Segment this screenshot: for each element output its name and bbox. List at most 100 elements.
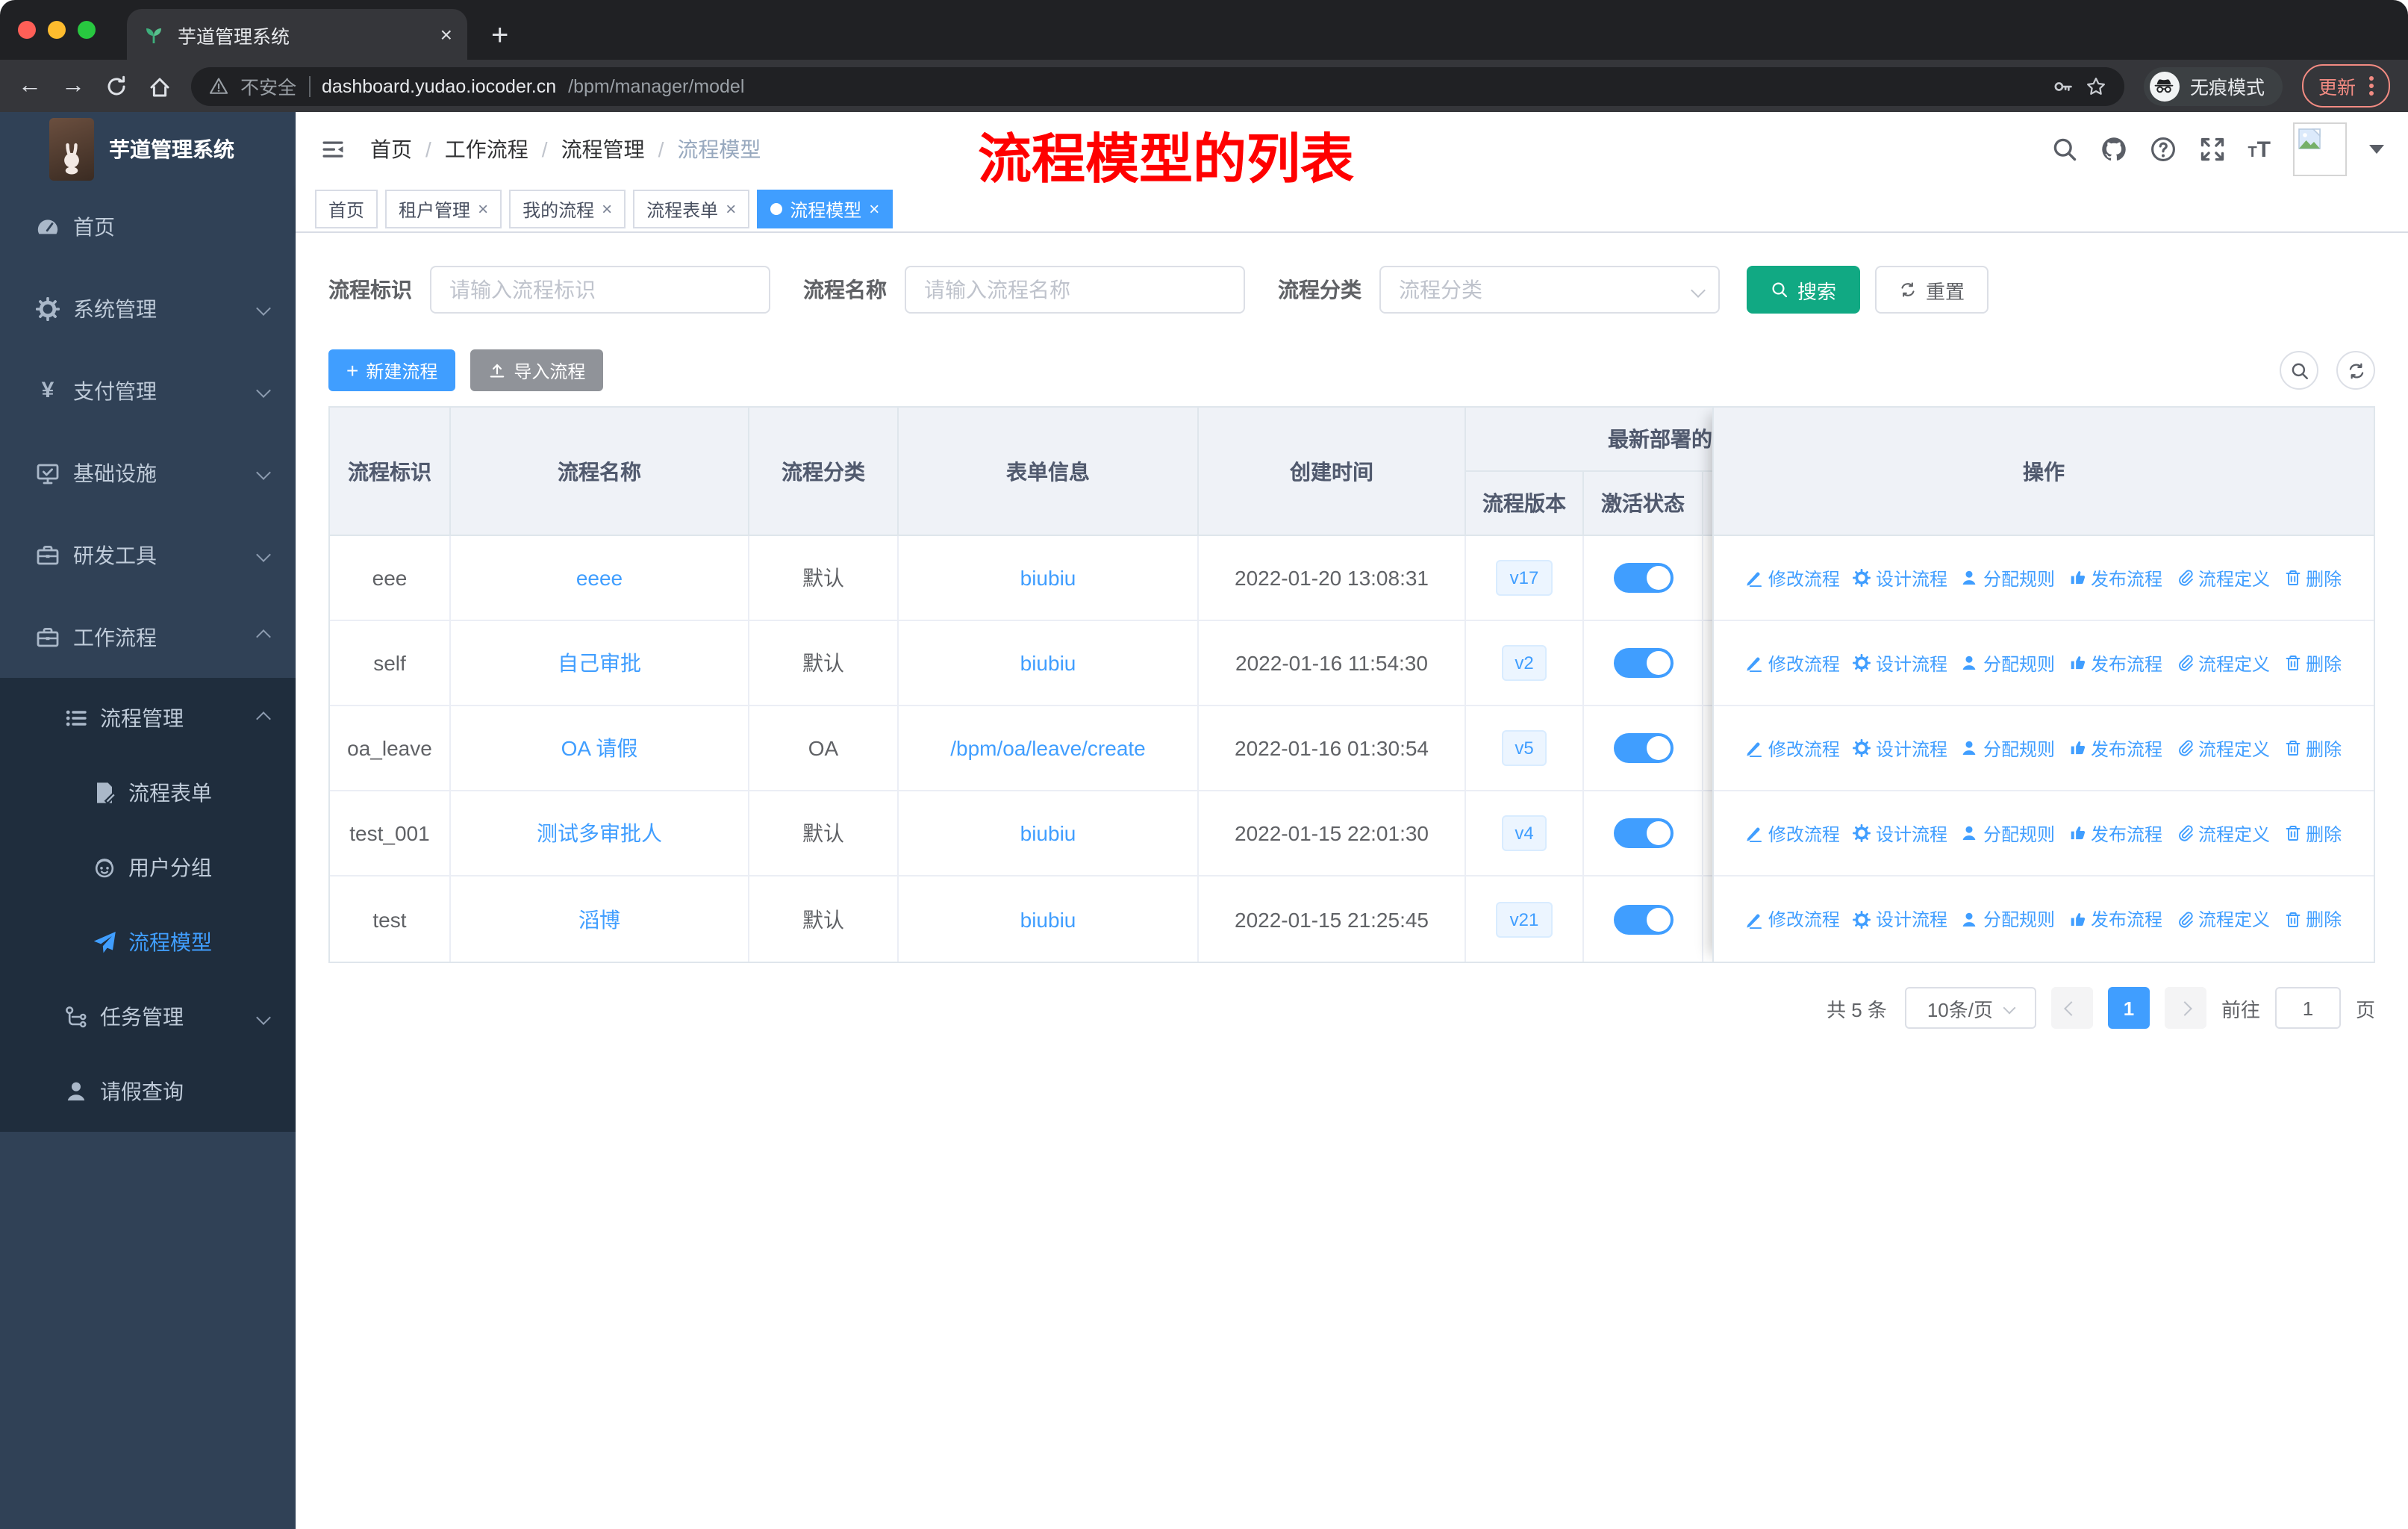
sidebar-item-workflow[interactable]: 工作流程: [0, 596, 296, 678]
delete-link[interactable]: 删除: [2283, 906, 2342, 932]
sidebar-item-process-form[interactable]: 流程表单: [0, 756, 296, 830]
process-name-link[interactable]: OA 请假: [561, 733, 638, 763]
process-definition-link[interactable]: 流程定义: [2176, 735, 2270, 761]
form-info-link[interactable]: biubiu: [1020, 566, 1076, 590]
tag-process-model[interactable]: 流程模型 ×: [757, 190, 893, 228]
reset-button[interactable]: 重置: [1875, 266, 1989, 314]
home-icon[interactable]: [148, 74, 172, 98]
design-process-link[interactable]: 设计流程: [1853, 906, 1947, 932]
reload-icon[interactable]: [105, 74, 128, 98]
tab-close-icon[interactable]: ×: [440, 24, 452, 45]
edit-process-link[interactable]: 修改流程: [1746, 820, 1840, 846]
help-icon[interactable]: [2149, 136, 2176, 163]
delete-link[interactable]: 删除: [2283, 565, 2342, 591]
bookmark-star-icon[interactable]: [2086, 75, 2106, 96]
font-size-icon[interactable]: TT: [2248, 138, 2271, 161]
avatar[interactable]: [2293, 122, 2347, 176]
publish-process-link[interactable]: 发布流程: [2068, 650, 2162, 676]
page-size-select[interactable]: 10条/页: [1904, 987, 2036, 1029]
process-definition-link[interactable]: 流程定义: [2176, 650, 2270, 676]
assign-rule-link[interactable]: 分配规则: [1961, 735, 2055, 761]
edit-process-link[interactable]: 修改流程: [1746, 735, 1840, 761]
assign-rule-link[interactable]: 分配规则: [1961, 906, 2055, 932]
tag-tenant[interactable]: 租户管理 ×: [385, 190, 502, 228]
github-icon[interactable]: [2100, 136, 2127, 163]
process-id-input[interactable]: [430, 266, 770, 314]
process-definition-link[interactable]: 流程定义: [2176, 820, 2270, 846]
address-bar[interactable]: 不安全 dashboard.yudao.iocoder.cn/bpm/manag…: [191, 66, 2124, 105]
status-toggle[interactable]: [1613, 733, 1673, 763]
process-name-input[interactable]: [905, 266, 1245, 314]
sidebar-item-payment[interactable]: ¥ 支付管理: [0, 349, 296, 432]
process-name-link[interactable]: 自己审批: [558, 648, 641, 678]
sidebar-item-infrastructure[interactable]: 基础设施: [0, 432, 296, 514]
prev-page-button[interactable]: [2050, 987, 2093, 1029]
close-icon[interactable]: ×: [869, 199, 879, 219]
sidebar-item-process-management[interactable]: 流程管理: [0, 681, 296, 756]
search-button[interactable]: 搜索: [1747, 266, 1861, 314]
publish-process-link[interactable]: 发布流程: [2068, 565, 2162, 591]
new-tab-button[interactable]: +: [491, 21, 508, 51]
sidebar-item-home[interactable]: 首页: [0, 185, 296, 267]
browser-menu-icon[interactable]: [2369, 76, 2374, 96]
sidebar-item-system[interactable]: 系统管理: [0, 267, 296, 349]
create-process-button[interactable]: + 新建流程: [328, 349, 456, 391]
edit-process-link[interactable]: 修改流程: [1746, 565, 1840, 591]
status-toggle[interactable]: [1613, 648, 1673, 678]
sidebar-item-task-management[interactable]: 任务管理: [0, 980, 296, 1054]
close-icon[interactable]: ×: [478, 199, 488, 219]
close-icon[interactable]: ×: [602, 199, 612, 219]
sidebar-item-user-group[interactable]: 用户分组: [0, 830, 296, 905]
edit-process-link[interactable]: 修改流程: [1746, 906, 1840, 932]
sidebar-item-leave-query[interactable]: 请假查询: [0, 1054, 296, 1129]
process-definition-link[interactable]: 流程定义: [2176, 565, 2270, 591]
show-search-button[interactable]: [2280, 351, 2318, 390]
delete-link[interactable]: 删除: [2283, 820, 2342, 846]
sidebar-item-dev-tools[interactable]: 研发工具: [0, 514, 296, 596]
process-name-link[interactable]: 测试多审批人: [537, 818, 662, 848]
caret-down-icon[interactable]: [2369, 145, 2384, 154]
process-category-select[interactable]: 流程分类: [1379, 266, 1720, 314]
form-info-link[interactable]: biubiu: [1020, 651, 1076, 675]
assign-rule-link[interactable]: 分配规则: [1961, 650, 2055, 676]
status-toggle[interactable]: [1613, 563, 1673, 593]
publish-process-link[interactable]: 发布流程: [2068, 735, 2162, 761]
process-name-link[interactable]: 滔博: [578, 904, 620, 934]
breadcrumb-process-management[interactable]: 流程管理: [561, 134, 645, 164]
hamburger-icon[interactable]: [319, 136, 346, 163]
publish-process-link[interactable]: 发布流程: [2068, 820, 2162, 846]
publish-process-link[interactable]: 发布流程: [2068, 906, 2162, 932]
fullscreen-icon[interactable]: [2198, 136, 2225, 163]
form-info-link[interactable]: /bpm/oa/leave/create: [950, 736, 1146, 760]
goto-page-input[interactable]: [2274, 987, 2341, 1029]
app-logo[interactable]: 芋道管理系统: [0, 112, 296, 185]
edit-process-link[interactable]: 修改流程: [1746, 650, 1840, 676]
assign-rule-link[interactable]: 分配规则: [1961, 820, 2055, 846]
refresh-table-button[interactable]: [2336, 351, 2375, 390]
assign-rule-link[interactable]: 分配规则: [1961, 565, 2055, 591]
breadcrumb-workflow[interactable]: 工作流程: [445, 134, 528, 164]
back-icon[interactable]: ←: [18, 73, 42, 98]
design-process-link[interactable]: 设计流程: [1853, 820, 1947, 846]
design-process-link[interactable]: 设计流程: [1853, 565, 1947, 591]
search-icon[interactable]: [2050, 136, 2077, 163]
tag-my-process[interactable]: 我的流程 ×: [509, 190, 626, 228]
import-process-button[interactable]: 导入流程: [470, 349, 604, 391]
process-definition-link[interactable]: 流程定义: [2176, 906, 2270, 932]
status-toggle[interactable]: [1613, 818, 1673, 848]
design-process-link[interactable]: 设计流程: [1853, 735, 1947, 761]
status-toggle[interactable]: [1613, 904, 1673, 934]
delete-link[interactable]: 删除: [2283, 650, 2342, 676]
form-info-link[interactable]: biubiu: [1020, 821, 1076, 845]
tag-process-form[interactable]: 流程表单 ×: [633, 190, 750, 228]
process-name-link[interactable]: eeee: [576, 566, 623, 590]
password-key-icon[interactable]: [2053, 75, 2074, 96]
form-info-link[interactable]: biubiu: [1020, 907, 1076, 931]
next-page-button[interactable]: [2164, 987, 2206, 1029]
tag-home[interactable]: 首页: [315, 190, 378, 228]
forward-icon[interactable]: →: [61, 73, 85, 98]
sidebar-item-process-model[interactable]: 流程模型: [0, 905, 296, 980]
delete-link[interactable]: 删除: [2283, 735, 2342, 761]
browser-update-button[interactable]: 更新: [2301, 64, 2390, 108]
close-icon[interactable]: ×: [726, 199, 736, 219]
